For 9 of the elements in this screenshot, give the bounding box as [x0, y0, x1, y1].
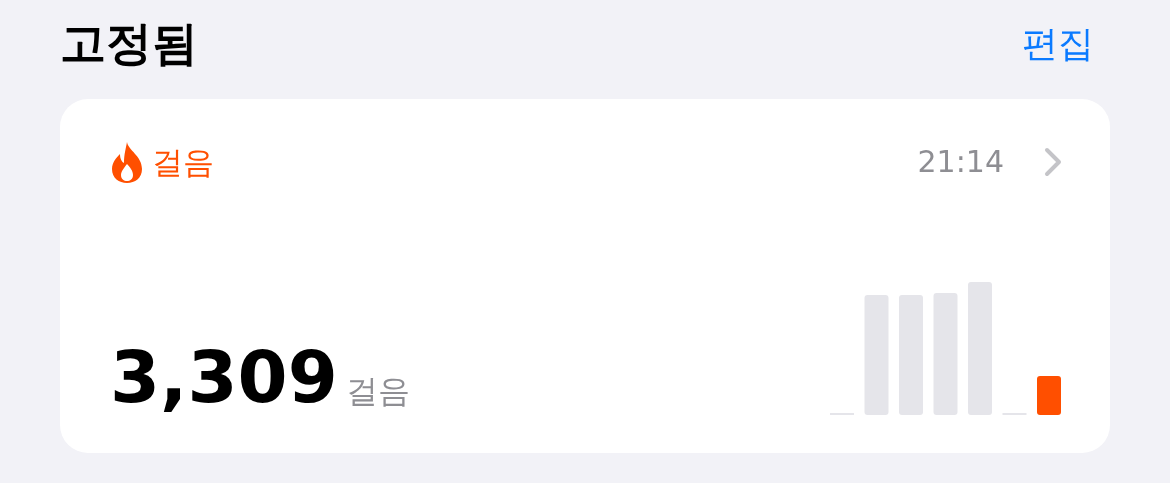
time-label: 21:14	[917, 143, 1004, 182]
step-count: 3,309	[110, 340, 338, 413]
chevron-icon	[1044, 146, 1062, 177]
unit-label: 걸음	[345, 370, 410, 412]
edit-link[interactable]: 편집	[1022, 23, 1094, 64]
section-title: 고정됨	[60, 18, 198, 69]
card-title: 걸음	[152, 142, 214, 182]
chart-bar	[1037, 375, 1061, 415]
steps-card[interactable]: 걸음 21:14 3,309 걸음	[60, 98, 1110, 453]
